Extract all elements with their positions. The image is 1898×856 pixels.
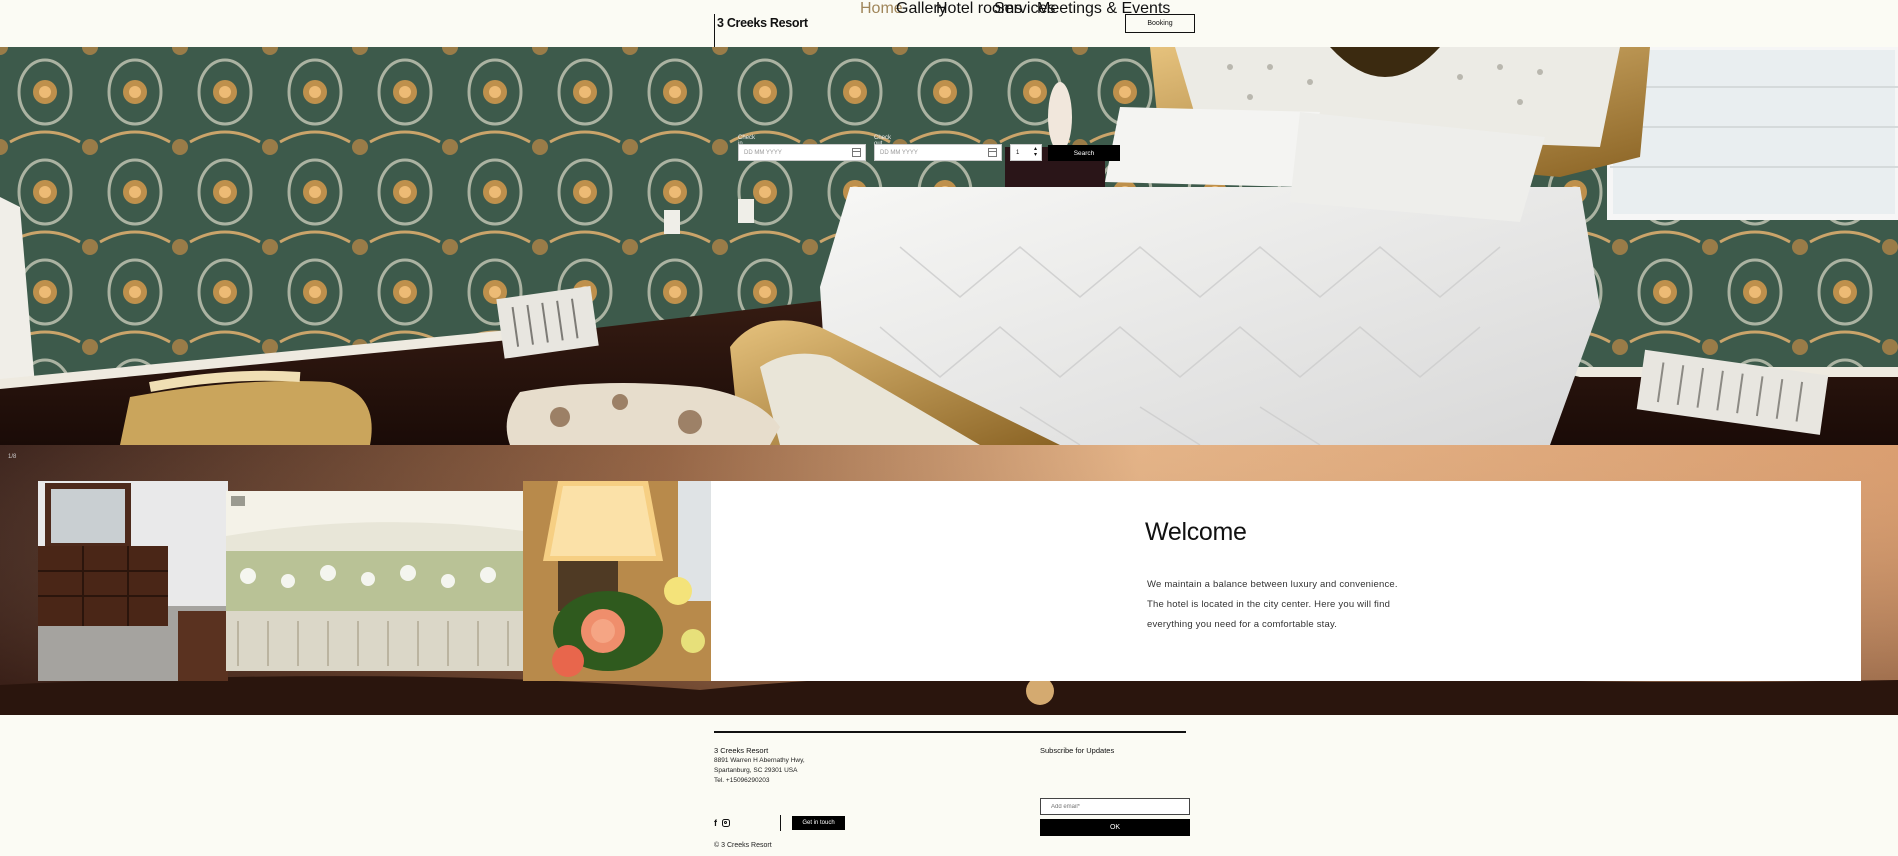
subscribe-title: Subscribe for Updates (1040, 746, 1115, 755)
facebook-icon[interactable]: f (714, 818, 717, 828)
phone-number: Tel. +15096290203 (714, 777, 770, 784)
checkin-field[interactable]: DD MM YYYY (738, 144, 866, 161)
booking-button[interactable]: Booking (1125, 14, 1195, 33)
footer-address: 8891 Warren H Abernathy Hwy, Spartanburg… (714, 756, 805, 786)
guests-value: 1 (1016, 150, 1020, 156)
gallery-collage (38, 481, 711, 681)
address-line-1: 8891 Warren H Abernathy Hwy, (714, 757, 805, 764)
slide-counter: 1/8 (8, 454, 17, 460)
stepper-icon[interactable]: ▴ ▾ (1034, 146, 1037, 158)
footer-divider (714, 731, 1186, 733)
welcome-title: Welcome (1145, 518, 1247, 546)
calendar-icon[interactable] (852, 148, 861, 157)
welcome-card: Welcome We maintain a balance between lu… (711, 481, 1861, 681)
get-in-touch-button[interactable]: Get in touch (792, 816, 845, 830)
ok-button[interactable]: OK (1040, 819, 1190, 836)
footer-social-divider (780, 815, 781, 831)
bedroom-photo (0, 47, 1898, 445)
logo-divider (714, 14, 715, 48)
welcome-line-3: everything you need for a comfortable st… (1147, 619, 1338, 630)
site-logo[interactable]: 3 Creeks Resort (717, 16, 808, 30)
address-line-2: Spartanburg, SC 29301 USA (714, 767, 798, 774)
checkout-field[interactable]: DD MM YYYY (874, 144, 1002, 161)
guests-stepper[interactable]: 1 ▴ ▾ (1010, 144, 1042, 161)
copyright: © 3 Creeks Resort (714, 842, 772, 849)
instagram-icon[interactable] (722, 819, 730, 827)
site-footer: 3 Creeks Resort 8891 Warren H Abernathy … (0, 715, 1898, 856)
welcome-line-1: We maintain a balance between luxury and… (1147, 579, 1398, 590)
image-gallery[interactable] (38, 481, 711, 681)
hero-image: Check in DD MM YYYY Check out DD MM YYYY… (0, 47, 1898, 445)
email-input[interactable] (1040, 798, 1190, 815)
welcome-section: 1/8 Welcome We maintain a balance betwee… (0, 445, 1898, 715)
social-links: f (714, 818, 730, 828)
site-header: 3 Creeks Resort Home Gallery Hotel rooms… (0, 0, 1898, 48)
welcome-text: We maintain a balance between luxury and… (1147, 575, 1447, 635)
footer-resort-name: 3 Creeks Resort (714, 746, 769, 755)
checkout-placeholder: DD MM YYYY (880, 150, 918, 156)
checkin-placeholder: DD MM YYYY (744, 150, 782, 156)
search-button[interactable]: Search (1048, 145, 1120, 161)
calendar-icon[interactable] (988, 148, 997, 157)
welcome-line-2: The hotel is located in the city center.… (1147, 599, 1391, 610)
